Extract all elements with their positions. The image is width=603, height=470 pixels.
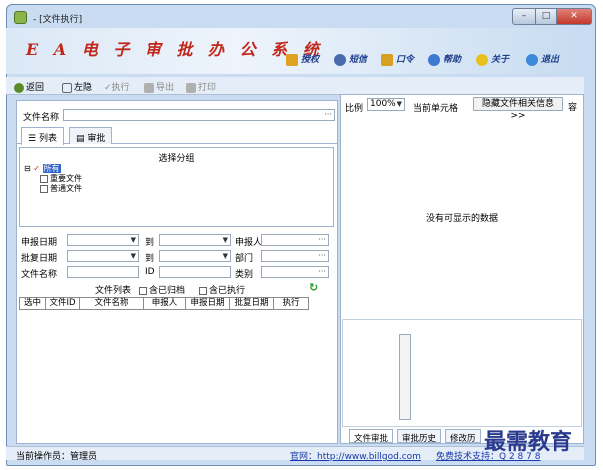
about-icon bbox=[476, 53, 488, 66]
operator-status: 当前操作员：管理员 bbox=[16, 452, 98, 462]
tab-modify-history[interactable]: 修改历 bbox=[445, 429, 481, 444]
message-icon bbox=[334, 53, 346, 66]
back-icon bbox=[14, 82, 24, 93]
close-button[interactable]: ✕ bbox=[556, 8, 592, 25]
approve-icon: ▤ bbox=[76, 134, 88, 144]
about-button[interactable]: 关于 bbox=[476, 52, 509, 68]
app-logo: E A 电 子 审 批 办 公 系 统 bbox=[26, 40, 324, 59]
password-button[interactable]: 口令 bbox=[381, 52, 414, 68]
export-button[interactable]: 导出 bbox=[144, 80, 174, 93]
printer-icon bbox=[186, 82, 196, 93]
hide-left-button[interactable]: 左隐 bbox=[62, 80, 92, 93]
app-icon bbox=[14, 11, 27, 24]
tree-item[interactable]: 重要文件 bbox=[24, 174, 82, 184]
checkbox[interactable] bbox=[199, 286, 207, 295]
exit-icon bbox=[526, 53, 538, 66]
filename-filter-label: 文件名称 bbox=[21, 270, 58, 280]
left-pane: 文件名称 ··· ☰ 列表 ▤ 审批 选择分组 ⊟ ✓ 所有 重要文件 普通文件… bbox=[16, 100, 338, 444]
group-selector: 选择分组 ⊟ ✓ 所有 重要文件 普通文件 bbox=[19, 147, 334, 227]
filename-filter-field[interactable] bbox=[67, 266, 139, 278]
back-button[interactable]: 返回 bbox=[14, 80, 44, 93]
comment-area[interactable] bbox=[342, 319, 582, 427]
sms-button[interactable]: 短信 bbox=[334, 52, 367, 68]
window-title: - [文件执行] bbox=[33, 15, 83, 25]
applicant-label: 申报人 bbox=[235, 238, 263, 248]
execute-button[interactable]: ✓执行 bbox=[104, 80, 130, 93]
maximize-button[interactable]: □ bbox=[535, 8, 557, 25]
check-icon: ✓ bbox=[104, 83, 112, 93]
hide-info-button[interactable]: 隐藏文件相关信息 >> bbox=[473, 97, 563, 121]
columns-icon bbox=[62, 82, 72, 93]
tab-approve[interactable]: ▤ 审批 bbox=[69, 127, 113, 144]
right-pane: 比例 100% ▼ 当前单元格 隐藏文件相关信息 >> 容 没有可显示的数据 文件… bbox=[340, 94, 584, 444]
applicant-field[interactable]: ··· bbox=[261, 234, 329, 246]
tree-root[interactable]: ⊟ ✓ 所有 bbox=[24, 164, 82, 174]
comment-scrollbar[interactable] bbox=[399, 334, 411, 420]
help-icon bbox=[428, 53, 440, 66]
col-header[interactable]: 文件ID bbox=[46, 298, 80, 309]
col-header[interactable]: 批复日期 bbox=[230, 298, 274, 309]
approve-date-to[interactable]: ▼ bbox=[159, 250, 231, 262]
approve-date-label: 批复日期 bbox=[21, 254, 58, 264]
tab-file-approve[interactable]: 文件审批 bbox=[349, 429, 394, 444]
col-header[interactable]: 申报人 bbox=[144, 298, 186, 309]
lock-icon bbox=[381, 53, 393, 66]
to-label: 到 bbox=[145, 254, 155, 264]
col-header[interactable]: 文件名称 bbox=[80, 298, 144, 309]
group-title: 选择分组 bbox=[158, 154, 195, 164]
col-header[interactable]: 申报日期 bbox=[186, 298, 230, 309]
key-icon bbox=[286, 53, 298, 66]
print-button[interactable]: 打印 bbox=[186, 80, 216, 93]
include-executed[interactable]: 含已执行 bbox=[199, 283, 245, 296]
file-grid-header: 选中 文件ID 文件名称 申报人 申报日期 批复日期 执行 bbox=[19, 297, 309, 310]
list-icon: ☰ bbox=[28, 134, 39, 144]
dept-label: 部门 bbox=[235, 254, 254, 264]
refresh-icon[interactable]: ↻ bbox=[309, 281, 318, 294]
minimize-button[interactable]: – bbox=[512, 8, 536, 25]
help-button[interactable]: 帮助 bbox=[428, 52, 461, 68]
group-tree: ⊟ ✓ 所有 重要文件 普通文件 bbox=[24, 164, 82, 194]
dept-field[interactable]: ··· bbox=[261, 250, 329, 262]
apply-date-from[interactable]: ▼ bbox=[67, 234, 139, 246]
watermark: 最需教育 bbox=[484, 429, 573, 455]
exit-button[interactable]: 退出 bbox=[526, 52, 559, 68]
list-title: 文件列表 bbox=[95, 286, 132, 296]
checkbox[interactable] bbox=[40, 174, 48, 183]
authorize-button[interactable]: 授权 bbox=[286, 52, 319, 68]
scale-select[interactable]: 100% ▼ bbox=[367, 98, 405, 111]
checkbox[interactable] bbox=[139, 286, 147, 295]
id-label: ID bbox=[145, 267, 155, 277]
tree-item[interactable]: 普通文件 bbox=[24, 184, 82, 194]
check-icon: ✓ bbox=[33, 164, 40, 173]
website-link[interactable]: 官网：http://www.billgod.com bbox=[290, 449, 421, 462]
scale-label: 比例 bbox=[345, 104, 364, 114]
col-header[interactable]: 选中 bbox=[20, 298, 46, 309]
left-tabs: ☰ 列表 ▤ 审批 bbox=[17, 127, 337, 145]
file-name-label: 文件名称 bbox=[23, 113, 60, 123]
apply-date-to[interactable]: ▼ bbox=[159, 234, 231, 246]
empty-message: 没有可显示的数据 bbox=[425, 214, 498, 224]
category-label: 类别 bbox=[235, 270, 254, 280]
export-icon bbox=[144, 82, 154, 93]
current-cell-label: 当前单元格 bbox=[413, 104, 459, 114]
category-field[interactable]: ··· bbox=[261, 266, 329, 278]
to-label: 到 bbox=[145, 238, 155, 248]
apply-date-label: 申报日期 bbox=[21, 238, 58, 248]
tab-approve-history[interactable]: 审批历史 bbox=[397, 429, 442, 444]
banner: E A 电 子 审 批 办 公 系 统 授权 短信 口令 帮助 关于 退出 bbox=[6, 28, 584, 74]
col-header[interactable]: 执行 bbox=[274, 298, 308, 309]
extra-label: 容 bbox=[568, 103, 578, 113]
include-archived[interactable]: 含已归档 bbox=[139, 283, 185, 296]
id-field[interactable] bbox=[159, 266, 231, 278]
checkbox[interactable] bbox=[40, 184, 48, 193]
toolbar: 返回 左隐 ✓执行 导出 打印 bbox=[6, 77, 584, 95]
tab-list[interactable]: ☰ 列表 bbox=[21, 127, 64, 145]
file-name-field[interactable]: ··· bbox=[63, 109, 335, 121]
approve-date-from[interactable]: ▼ bbox=[67, 250, 139, 262]
